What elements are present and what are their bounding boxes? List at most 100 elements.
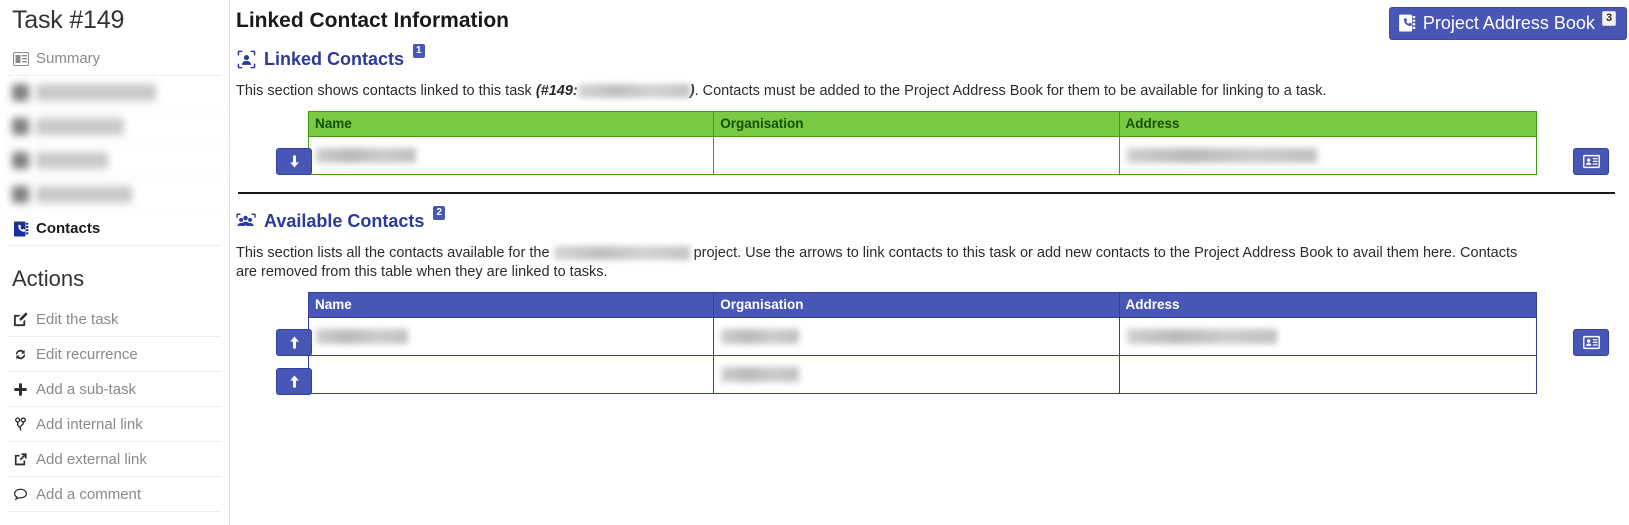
linked-contacts-description: This section shows contacts linked to th… (236, 82, 1526, 101)
linked-contacts-count-badge: 1 (413, 44, 425, 58)
multiple-contacts-icon (236, 211, 256, 231)
project-address-book-label: Project Address Book (1422, 13, 1595, 33)
column-header-name: Name (307, 111, 715, 137)
action-add-comment[interactable]: Add a comment (8, 477, 221, 512)
action-add-sub-task[interactable]: Add a sub-task (8, 372, 221, 407)
available-contacts-count-badge: 2 (433, 206, 445, 220)
available-contacts-table: Name Organisation Address (307, 292, 1538, 394)
action-add-internal-link[interactable]: Add internal link (8, 407, 221, 442)
sidebar-nav: Summary Contacts (8, 42, 221, 246)
redacted-organisation (721, 366, 800, 382)
linked-contacts-title: Linked Contacts (264, 49, 405, 69)
column-header-name: Name (307, 292, 715, 318)
column-header-organisation: Organisation (713, 111, 1120, 137)
sidebar-item-contacts[interactable]: Contacts (8, 212, 221, 246)
sidebar: Task #149 Summary Contacts Actions Edit … (0, 0, 230, 525)
linked-contacts-table: Name Organisation Address (307, 111, 1538, 175)
desc-text-part1: This section lists all the contacts avai… (236, 245, 554, 261)
sidebar-item-label: Contacts (36, 220, 101, 237)
cell-address (1118, 136, 1538, 175)
address-book-count-badge: 3 (1601, 10, 1617, 26)
section-divider (238, 192, 1616, 194)
view-contact-card-button[interactable] (1573, 148, 1610, 175)
available-contacts-heading: Available Contacts 2 (236, 206, 1617, 232)
desc-text-part2: . Contacts must be added to the Project … (694, 83, 1327, 99)
table-row[interactable] (307, 136, 1538, 175)
redacted-organisation (721, 328, 800, 344)
hidden-icon (12, 152, 29, 169)
arrow-up-icon (287, 335, 302, 350)
branch-icon (12, 416, 28, 432)
redacted-address (1126, 328, 1277, 344)
action-add-external-link[interactable]: Add external link (8, 442, 221, 477)
linked-contacts-heading: Linked Contacts 1 (236, 44, 1617, 70)
available-contacts-title: Available Contacts (264, 211, 425, 231)
hidden-icon (12, 186, 29, 203)
task-title: Task #149 (12, 6, 125, 34)
action-label: Add a sub-task (36, 380, 137, 398)
redacted-name (316, 328, 408, 344)
contacts-page: Task #149 Summary Contacts Actions Edit … (0, 0, 1629, 525)
table-header-row: Name Organisation Address (307, 111, 1538, 137)
redacted-name (316, 147, 416, 163)
sidebar-item-label (36, 84, 156, 101)
summary-icon (12, 50, 29, 67)
sidebar-item-hidden-2[interactable] (8, 110, 221, 144)
redacted-address (1126, 147, 1317, 163)
unlink-contact-button[interactable] (276, 148, 312, 175)
action-label: Add a comment (36, 485, 142, 503)
sidebar-item-label (36, 118, 124, 135)
address-book-icon (12, 220, 29, 237)
arrow-up-icon (287, 374, 302, 389)
cell-name (307, 136, 715, 175)
link-contact-button-row-1[interactable] (276, 329, 312, 356)
desc-task-ref: (#149: (535, 83, 578, 99)
cell-name (307, 317, 715, 356)
cell-organisation (713, 317, 1120, 356)
main-content: Linked Contact Information Project Addre… (230, 0, 1629, 525)
cell-name (307, 355, 715, 394)
action-label: Edit recurrence (36, 345, 138, 363)
hidden-icon (12, 118, 29, 135)
column-header-organisation: Organisation (713, 292, 1120, 318)
redacted-task-name (577, 84, 690, 99)
column-header-address: Address (1118, 111, 1538, 137)
external-link-icon (12, 451, 28, 467)
column-header-address: Address (1118, 292, 1538, 318)
sidebar-item-summary[interactable]: Summary (8, 42, 221, 76)
action-label: Add internal link (36, 415, 143, 433)
project-address-book-button[interactable]: Project Address Book 3 (1388, 7, 1628, 40)
linked-contacts-table-block: Name Organisation Address (236, 111, 1617, 175)
cell-address (1118, 355, 1538, 394)
view-contact-card-button-row-1[interactable] (1573, 329, 1610, 356)
table-row[interactable] (307, 317, 1538, 356)
table-row[interactable] (307, 355, 1538, 394)
link-contact-button-row-2[interactable] (276, 368, 312, 395)
action-edit-the-task[interactable]: Edit the task (8, 302, 221, 337)
redacted-project-name (553, 246, 690, 261)
action-label: Add external link (36, 450, 147, 468)
cell-organisation (713, 355, 1120, 394)
sidebar-item-hidden-4[interactable] (8, 178, 221, 212)
contact-card-icon (1582, 154, 1600, 169)
edit-pencil-icon (12, 311, 28, 327)
cell-address (1118, 317, 1538, 356)
comment-bubble-icon (12, 486, 28, 502)
sidebar-item-hidden-3[interactable] (8, 144, 221, 178)
table-header-row: Name Organisation Address (307, 292, 1538, 318)
refresh-cycle-icon (12, 346, 28, 362)
sidebar-item-label (36, 186, 132, 203)
address-book-icon (1398, 14, 1416, 32)
contact-card-icon (1582, 335, 1600, 350)
sidebar-item-hidden-1[interactable] (8, 76, 221, 110)
desc-text-part1: This section shows contacts linked to th… (236, 83, 536, 99)
available-contacts-table-block: Name Organisation Address (236, 292, 1617, 395)
actions-title: Actions (12, 266, 85, 291)
sidebar-item-label (36, 152, 108, 169)
available-contacts-description: This section lists all the contacts avai… (236, 244, 1526, 282)
arrow-down-icon (287, 154, 302, 169)
single-contact-icon (236, 49, 256, 69)
plus-icon (12, 381, 28, 397)
action-edit-recurrence[interactable]: Edit recurrence (8, 337, 221, 372)
hidden-icon (12, 84, 29, 101)
